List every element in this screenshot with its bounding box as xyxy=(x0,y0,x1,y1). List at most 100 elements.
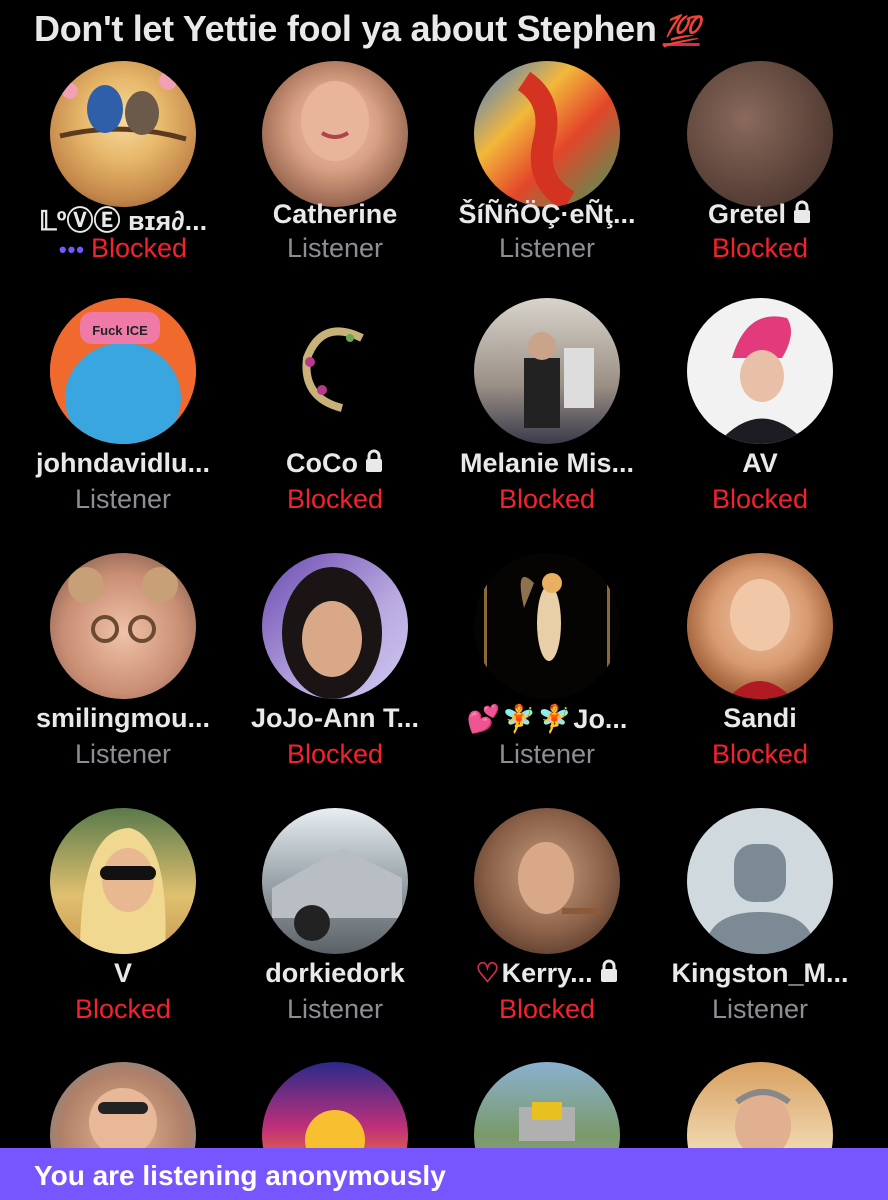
participant-name: Kingston_M... xyxy=(671,958,849,988)
participant-tile[interactable] xyxy=(17,1062,229,1148)
participant-tile[interactable] xyxy=(654,1062,866,1148)
care-bear-image: Fuck ICE xyxy=(50,298,196,444)
participant-tile[interactable]: Kingston_M... Listener xyxy=(654,808,866,1038)
heart-icon: 💕 xyxy=(466,704,501,734)
participant-tile[interactable]: smilingmou... Listener xyxy=(17,553,229,783)
participant-name: Gretel xyxy=(654,199,866,231)
avatar xyxy=(474,808,620,954)
participant-name: smilingmou... xyxy=(35,703,210,733)
avatar xyxy=(687,808,833,954)
participant-status: Blocked xyxy=(498,484,596,514)
participant-name: johndavidlu... xyxy=(36,448,210,478)
participant-name: CoCo xyxy=(229,448,441,480)
portrait-image xyxy=(518,842,602,914)
avatar xyxy=(474,1062,620,1148)
participant-status: Blocked xyxy=(74,994,172,1024)
participant-grid: 𝕃ºⓋⒺ ʙɪя∂... ••• Blocked Catherine Listen… xyxy=(0,0,888,1200)
birds-image xyxy=(59,72,187,142)
participant-status: Blocked xyxy=(286,739,384,769)
anonymous-listening-text: You are listening anonymously xyxy=(34,1160,446,1191)
participant-name: JoJo-Ann T... xyxy=(251,703,419,733)
portrait-image xyxy=(301,81,369,161)
laughing-man-image xyxy=(89,1088,157,1148)
anonymous-listening-banner[interactable]: You are listening anonymously xyxy=(0,1148,888,1200)
portrait-image xyxy=(735,1089,791,1148)
lock-icon xyxy=(792,200,812,231)
svg-text:Fuck ICE: Fuck ICE xyxy=(92,323,148,338)
participant-name: ŠíÑñÖÇ·eÑţ... xyxy=(458,199,636,229)
participant-status: Blocked xyxy=(711,233,809,263)
participant-status: Listener xyxy=(74,484,172,514)
portrait-image xyxy=(282,567,382,699)
participant-status: Blocked xyxy=(711,484,809,514)
participant-name: Melanie Mis... xyxy=(459,448,635,478)
participant-name: V xyxy=(113,958,132,988)
avatar xyxy=(687,61,833,207)
participant-tile[interactable]: Gretel Blocked xyxy=(654,61,866,291)
participant-tile[interactable]: JoJo-Ann T... Blocked xyxy=(229,553,441,783)
participant-tile[interactable]: Catherine Listener xyxy=(229,61,441,291)
participant-tile[interactable] xyxy=(441,1062,653,1148)
participant-tile[interactable]: ♡Kerry... Blocked xyxy=(441,808,653,1038)
participant-status: Blocked xyxy=(711,739,809,769)
participant-name: AV xyxy=(742,448,778,478)
participant-tile[interactable]: V Blocked xyxy=(17,808,229,1038)
fairy-icon: 🧚 xyxy=(537,704,572,734)
fairy-icon: 🧚 xyxy=(502,704,536,734)
participant-name: Catherine xyxy=(272,199,398,229)
avatar xyxy=(262,1062,408,1148)
heart-outline-icon: ♡ xyxy=(475,958,500,988)
participant-tile[interactable]: AV Blocked xyxy=(654,298,866,528)
participant-tile[interactable]: 💕🧚🧚Jo... Listener xyxy=(441,553,653,783)
participant-status: Listener xyxy=(498,233,596,263)
participant-tile[interactable]: 𝕃ºⓋⒺ ʙɪя∂... ••• Blocked xyxy=(17,61,229,291)
sunset-image xyxy=(305,1110,365,1148)
participant-status: ••• Blocked xyxy=(58,233,188,263)
lock-icon xyxy=(599,959,619,990)
painting-image xyxy=(517,71,575,207)
avatar xyxy=(474,61,620,207)
participant-tile[interactable]: Melanie Mis... Blocked xyxy=(441,298,653,528)
audio-dots-icon: ••• xyxy=(58,237,86,262)
avatar xyxy=(687,553,833,699)
participant-tile[interactable]: Sandi Blocked xyxy=(654,553,866,783)
portrait-image xyxy=(727,579,793,699)
avatar xyxy=(262,553,408,699)
avatar xyxy=(474,298,620,444)
avatar xyxy=(50,61,196,207)
cybertruck-image xyxy=(272,848,402,941)
participant-status: Listener xyxy=(711,994,809,1024)
participant-status: Listener xyxy=(286,994,384,1024)
participant-tile[interactable] xyxy=(229,1062,441,1148)
avatar xyxy=(50,553,196,699)
sunglasses-selfie-image xyxy=(80,828,166,954)
lock-icon xyxy=(364,449,384,480)
bear-ears-selfie-image xyxy=(68,567,178,643)
participant-tile[interactable]: ŠíÑñÖÇ·eÑţ... Listener xyxy=(441,61,653,291)
avatar xyxy=(687,1062,833,1148)
avatar xyxy=(687,298,833,444)
participant-status: Blocked xyxy=(286,484,384,514)
participant-tile[interactable]: Fuck ICE johndavidlu... Listener xyxy=(17,298,229,528)
group-photo-image xyxy=(524,332,594,428)
participant-name: dorkiedork xyxy=(265,958,405,988)
participant-tile[interactable]: CoCo Blocked xyxy=(229,298,441,528)
participant-status: Listener xyxy=(498,739,596,769)
participant-name: 💕🧚🧚Jo... xyxy=(466,704,628,734)
avatar xyxy=(50,1062,196,1148)
avatar xyxy=(262,61,408,207)
avatar: Fuck ICE xyxy=(50,298,196,444)
participant-status: Blocked xyxy=(498,994,596,1024)
participant-name: Sandi xyxy=(723,703,797,733)
default-avatar-icon xyxy=(705,844,815,954)
participant-status: Listener xyxy=(74,739,172,769)
letter-c-image xyxy=(302,327,364,412)
avatar xyxy=(262,298,408,444)
participant-name: ♡Kerry... xyxy=(441,958,653,990)
avatar xyxy=(50,808,196,954)
fairy-image xyxy=(484,573,610,683)
participant-tile[interactable]: dorkiedork Listener xyxy=(229,808,441,1038)
avatar xyxy=(262,808,408,954)
participant-status: Listener xyxy=(286,233,384,263)
avatar xyxy=(474,553,620,699)
